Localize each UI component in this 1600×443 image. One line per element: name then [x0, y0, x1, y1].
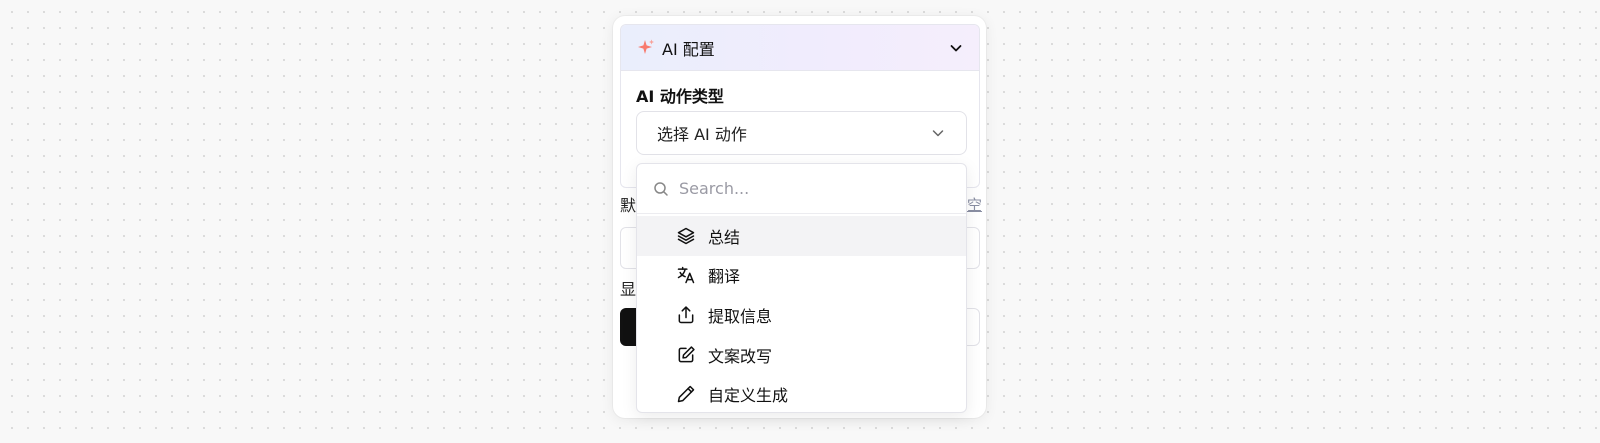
search-icon — [653, 181, 669, 197]
display-label: 显 — [620, 280, 637, 299]
search-row — [637, 164, 966, 214]
translate-icon — [676, 265, 696, 285]
layers-icon — [676, 226, 696, 246]
menu-item-label: 自定义生成 — [708, 386, 789, 406]
menu-item-translate[interactable]: 翻译 — [637, 256, 966, 296]
chevron-down-icon — [930, 125, 946, 141]
sparkle-icon — [636, 38, 656, 58]
edit-square-icon — [676, 345, 696, 365]
menu-item-label: 提取信息 — [708, 306, 773, 326]
menu-item-label: 翻译 — [708, 267, 741, 287]
menu-item-label: 总结 — [708, 227, 741, 247]
ai-action-dropdown: 总结 翻译 提取信息 文案改写 自定义生成 — [636, 163, 967, 413]
dropdown-items: 总结 翻译 提取信息 文案改写 自定义生成 — [637, 214, 966, 412]
menu-item-label: 文案改写 — [708, 346, 773, 366]
search-input[interactable] — [679, 179, 939, 198]
share-upload-icon — [676, 305, 696, 325]
section-header[interactable]: AI 配置 — [621, 25, 979, 71]
default-label: 默 — [620, 196, 637, 215]
select-value: 选择 AI 动作 — [657, 125, 747, 144]
menu-item-extract[interactable]: 提取信息 — [637, 295, 966, 335]
ai-action-select[interactable]: 选择 AI 动作 — [636, 111, 967, 155]
menu-item-custom-generate[interactable]: 自定义生成 — [637, 374, 966, 412]
clear-link[interactable]: 空 — [967, 194, 982, 215]
pencil-icon — [676, 384, 696, 404]
chevron-down-icon[interactable] — [948, 40, 964, 56]
menu-item-summary[interactable]: 总结 — [637, 216, 966, 256]
menu-item-rewrite[interactable]: 文案改写 — [637, 335, 966, 375]
ai-action-type-label: AI 动作类型 — [636, 87, 724, 106]
section-title: AI 配置 — [662, 39, 715, 59]
